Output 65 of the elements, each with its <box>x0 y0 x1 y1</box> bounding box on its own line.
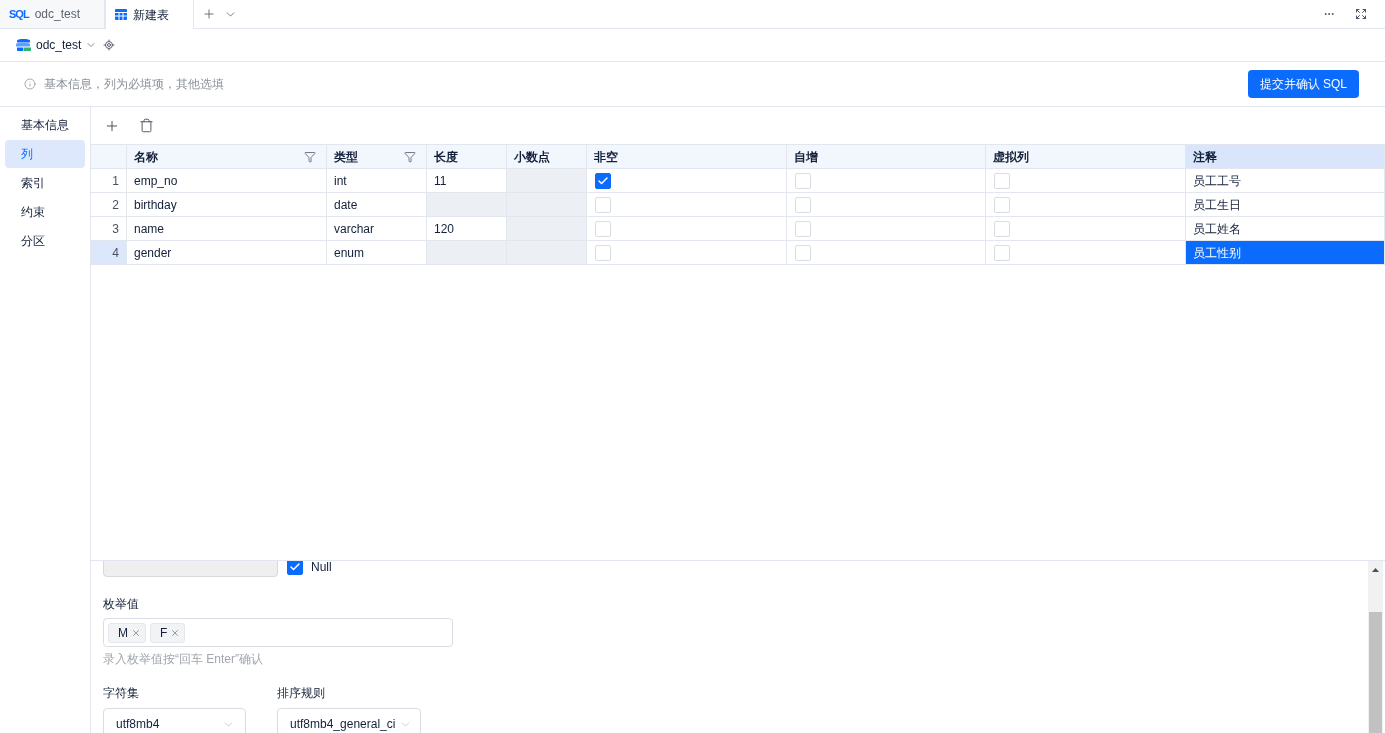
delete-icon[interactable] <box>139 118 154 133</box>
sql-label: SQL <box>9 8 29 20</box>
table-cell: varchar <box>327 217 427 241</box>
charset-label: 字符集 <box>103 685 139 702</box>
table-cell: 11 <box>427 169 507 193</box>
charset-select[interactable]: utf8mb4 <box>103 708 246 733</box>
column-header[interactable]: 类型 <box>327 145 427 169</box>
tab[interactable]: SQL odc_test <box>0 0 105 28</box>
row-number[interactable]: 1 <box>91 169 127 193</box>
table-cell: int <box>327 169 427 193</box>
sidebar-item[interactable]: 索引 <box>5 169 85 197</box>
row-number[interactable]: 2 <box>91 193 127 217</box>
check-icon <box>289 561 301 573</box>
enum-values-label: 枚举值 <box>103 596 139 613</box>
collation-select[interactable]: utf8mb4_general_ci <box>277 708 422 733</box>
column-header[interactable]: 长度 <box>427 145 507 169</box>
tab[interactable]: 新建表 <box>105 0 194 29</box>
table-cell: 员工姓名 <box>1185 217 1385 241</box>
check-icon <box>597 174 609 187</box>
table-cell: 员工生日 <box>1185 193 1385 217</box>
enum-values-input[interactable]: M F <box>103 618 453 647</box>
table-icon <box>115 9 127 20</box>
submit-button[interactable]: 提交并确认 SQL <box>1247 70 1359 98</box>
add-tab-icon[interactable] <box>202 7 216 21</box>
notice-text: 基本信息，列为必填项，其他选填 <box>44 76 224 93</box>
enum-values-hint: 录入枚举值按“回车 Enter”确认 <box>103 651 263 667</box>
scrollbar[interactable] <box>1368 561 1383 733</box>
remove-icon[interactable] <box>170 627 181 638</box>
sidebar-item[interactable]: 基本信息 <box>5 111 85 139</box>
filter-icon[interactable] <box>304 150 316 163</box>
null-label: Null <box>311 561 332 573</box>
table-cell: 员工工号 <box>1185 169 1385 193</box>
remove-icon[interactable] <box>131 627 141 638</box>
scroll-up-arrow-icon[interactable] <box>1372 568 1379 572</box>
collation-label: 排序规则 <box>277 685 325 702</box>
column-header[interactable]: 虚拟列 <box>986 145 1186 169</box>
table-cell: enum <box>327 241 427 265</box>
locate-icon[interactable] <box>103 39 116 51</box>
checkbox[interactable] <box>595 172 611 189</box>
column-header[interactable]: 名称 <box>127 145 327 169</box>
column-header[interactable]: 注释 <box>1185 145 1385 169</box>
connection-name[interactable]: odc_test <box>36 36 82 54</box>
enum-tag[interactable]: M <box>108 622 146 643</box>
column-header[interactable]: 非空 <box>587 145 787 169</box>
table-cell: date <box>327 193 427 217</box>
table-cell: 员工性别 <box>1185 241 1385 265</box>
filter-icon[interactable] <box>404 150 416 163</box>
enum-tag[interactable]: F <box>150 622 186 643</box>
table-cell: gender <box>127 241 327 265</box>
sidebar-item[interactable]: 列 <box>5 140 85 168</box>
table-cell: name <box>127 217 327 241</box>
row-number[interactable]: 4 <box>91 241 127 265</box>
column-header[interactable]: 小数点 <box>507 145 587 169</box>
database-icon <box>16 39 31 51</box>
column-header[interactable]: 自增 <box>786 145 986 169</box>
row-number[interactable]: 3 <box>91 217 127 241</box>
info-icon <box>24 78 36 90</box>
checkbox[interactable] <box>287 561 303 575</box>
sidebar-item[interactable]: 分区 <box>5 227 85 255</box>
table-cell: birthday <box>127 193 327 217</box>
table-cell: emp_no <box>127 169 327 193</box>
expand-icon[interactable] <box>1355 8 1367 20</box>
table-cell: 120 <box>427 217 507 241</box>
scrollbar-thumb[interactable] <box>1369 612 1382 733</box>
sidebar-item[interactable]: 约束 <box>5 198 85 226</box>
